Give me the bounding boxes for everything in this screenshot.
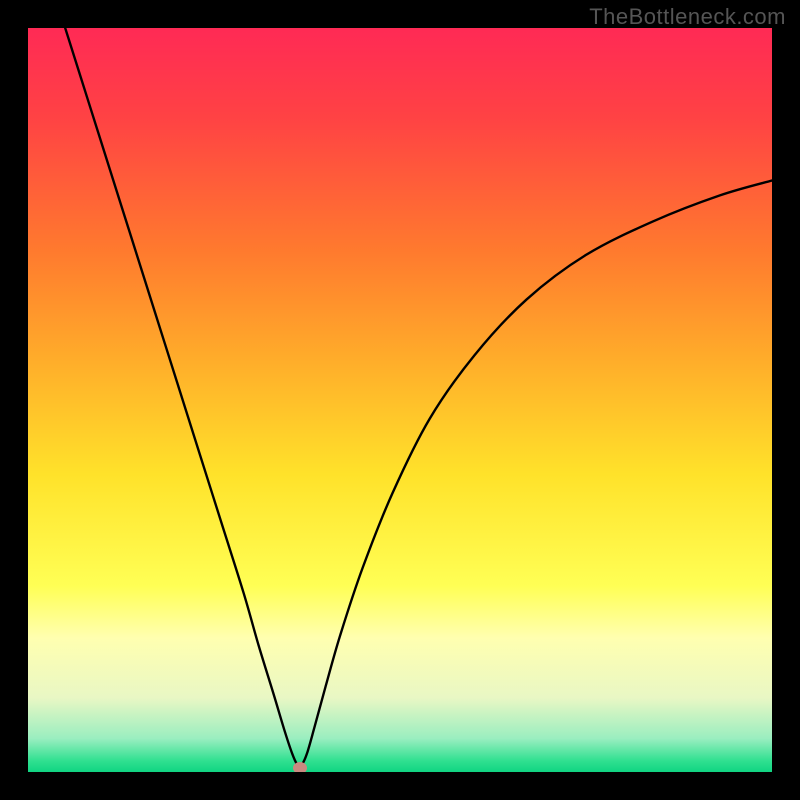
bottleneck-curve [65,28,772,766]
watermark-text: TheBottleneck.com [589,4,786,30]
optimum-marker [293,762,307,772]
curve-layer [28,28,772,772]
plot-area [28,28,772,772]
chart-frame: TheBottleneck.com [0,0,800,800]
